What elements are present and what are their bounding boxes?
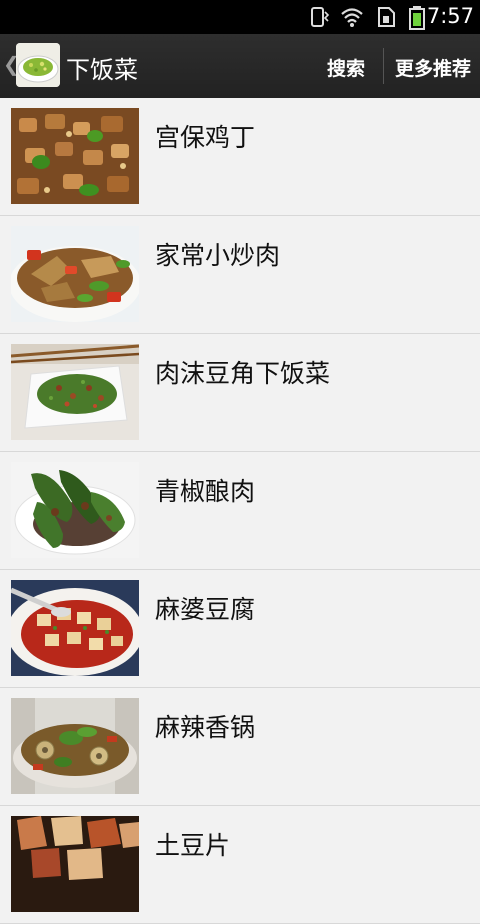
status-bar: 7:57 bbox=[0, 0, 480, 34]
list-item[interactable]: 麻婆豆腐 bbox=[0, 570, 480, 688]
list-item[interactable]: 家常小炒肉 bbox=[0, 216, 480, 334]
dish-name: 麻辣香锅 bbox=[155, 713, 256, 742]
minced-pork-green-beans-image bbox=[11, 344, 139, 440]
app-logo[interactable] bbox=[16, 43, 60, 87]
vibrate-icon bbox=[310, 6, 330, 32]
list-item[interactable]: 土豆片 bbox=[0, 806, 480, 924]
stuffed-green-peppers-image bbox=[11, 462, 139, 558]
list-item[interactable]: 宫保鸡丁 bbox=[0, 98, 480, 216]
action-bar: ❮ 下饭菜 搜索 更多推荐 bbox=[0, 34, 480, 100]
list-item[interactable]: 青椒酿肉 bbox=[0, 452, 480, 570]
wifi-icon bbox=[340, 6, 364, 32]
list-item[interactable]: 麻辣香锅 bbox=[0, 688, 480, 806]
mapo-tofu-image bbox=[11, 580, 139, 676]
more-recommendations-button[interactable]: 更多推荐 bbox=[395, 54, 471, 81]
page-title: 下饭菜 bbox=[66, 56, 138, 84]
dish-name: 麻婆豆腐 bbox=[155, 595, 256, 624]
stir-fried-pork-image bbox=[11, 226, 139, 322]
clock: 7:57 bbox=[426, 4, 474, 28]
dish-name: 青椒酿肉 bbox=[155, 477, 256, 506]
search-button[interactable]: 搜索 bbox=[327, 54, 365, 81]
battery-icon bbox=[408, 6, 426, 34]
potato-slices-image bbox=[11, 816, 139, 912]
sim-icon bbox=[376, 6, 396, 32]
dish-name: 土豆片 bbox=[155, 831, 231, 860]
dish-name: 宫保鸡丁 bbox=[155, 123, 256, 152]
dish-list: 宫保鸡丁 家常小炒肉 肉沫豆角下饭菜 青椒酿肉 麻婆豆腐 麻辣香锅 土豆片 bbox=[0, 98, 480, 924]
spicy-hot-pot-image bbox=[11, 698, 139, 794]
dish-name: 家常小炒肉 bbox=[155, 241, 281, 270]
dish-name: 肉沫豆角下饭菜 bbox=[155, 359, 331, 388]
action-divider bbox=[383, 48, 384, 84]
kung-pao-chicken-image bbox=[11, 108, 139, 204]
list-item[interactable]: 肉沫豆角下饭菜 bbox=[0, 334, 480, 452]
